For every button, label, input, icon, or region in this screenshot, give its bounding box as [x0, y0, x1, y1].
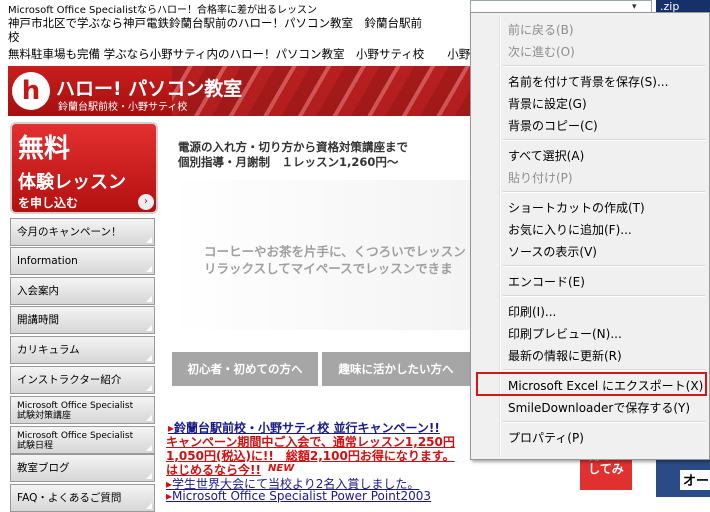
- menu-item-select-all[interactable]: すべて選択(A): [508, 147, 584, 164]
- sidebar-item-mos-course[interactable]: Microsoft Office Specialist 試験対策講座: [10, 396, 155, 424]
- menu-separator: [503, 369, 705, 371]
- menu-separator: [503, 265, 705, 267]
- menu-separator: [503, 65, 705, 67]
- menu-item-export-excel[interactable]: Microsoft Excel にエクスポート(X): [508, 377, 703, 394]
- menu-separator: [503, 295, 705, 297]
- hero-caption-2: リラックスしてマイペースでレッスンできま: [204, 261, 453, 276]
- menu-item-properties[interactable]: プロパティ(P): [508, 429, 584, 446]
- menu-separator: [503, 421, 705, 423]
- menu-item-copy-background[interactable]: 背景のコピー(C): [508, 117, 598, 134]
- sidebar-item-information[interactable]: Information: [10, 247, 155, 275]
- tab-beginners[interactable]: 初心者・初めての方へ: [172, 352, 318, 386]
- dropdown-arrow-icon[interactable]: ▾: [632, 2, 637, 12]
- tab-hobby[interactable]: 趣味に活かしたい方へ: [322, 352, 470, 386]
- sidebar-item-campaign[interactable]: 今月のキャンペーン！: [10, 218, 155, 246]
- intro-text-1: 電源の入れ方・切り方から資格対策講座まで: [178, 140, 408, 154]
- sidebar-item-admission[interactable]: 入会案内: [10, 277, 155, 305]
- promo-free: 無料: [18, 134, 71, 164]
- promo-apply: を申し込む: [18, 196, 79, 210]
- brand-subtitle: 鈴蘭台駅前校・小野サティ校: [58, 102, 188, 113]
- ono-link[interactable]: 無料駐車場も完備 学ぶなら小野サティ内のハロー！パソコン教室 小野サティ校 小野…: [8, 46, 482, 62]
- logo-icon: h: [21, 76, 41, 106]
- menu-item-set-background[interactable]: 背景に設定(G): [508, 95, 587, 112]
- menu-item-save-background[interactable]: 名前を付けて背景を保存(S)...: [508, 73, 668, 90]
- arrow-right-icon[interactable]: ›: [138, 194, 154, 210]
- menu-item-print[interactable]: 印刷(I)...: [508, 303, 556, 320]
- menu-item-forward[interactable]: 次に進む(O): [508, 43, 575, 60]
- sidebar-item-blog[interactable]: 教室ブログ: [10, 454, 155, 482]
- news-mos-text: Microsoft Office Specialist Power Point2…: [172, 489, 432, 503]
- menu-item-paste[interactable]: 貼り付け(P): [508, 169, 573, 186]
- menu-item-refresh[interactable]: 最新の情報に更新(R): [508, 347, 622, 364]
- menu-separator: [503, 139, 705, 141]
- context-menu: 前に戻る(B) 次に進む(O) 名前を付けて背景を保存(S)... 背景に設定(…: [470, 12, 710, 460]
- suzurandai-link[interactable]: 神戸市北区で学ぶなら神戸電鉄鈴蘭台駅前のハロー！パソコン教室 鈴蘭台駅前校: [8, 16, 433, 44]
- menu-separator: [503, 191, 705, 193]
- menu-item-create-shortcut[interactable]: ショートカットの作成(T): [508, 199, 645, 216]
- sidebar-item-instructors[interactable]: インストラクター紹介: [10, 366, 155, 394]
- free-trial-button[interactable]: 無料 体験レッスン を申し込む: [10, 122, 158, 214]
- menu-item-smiledownloader[interactable]: SmileDownloaderで保存する(Y): [508, 399, 690, 416]
- menu-item-encoding[interactable]: エンコード(E): [508, 273, 585, 290]
- menu-item-back[interactable]: 前に戻る(B): [508, 21, 574, 38]
- sidebar-item-hours[interactable]: 開講時間: [10, 306, 155, 334]
- menu-item-view-source[interactable]: ソースの表示(V): [508, 243, 597, 260]
- corner-label: オー: [680, 470, 710, 490]
- sidebar-item-faq[interactable]: FAQ・よくあるご質問: [10, 484, 155, 512]
- sidebar-item-mos-schedule[interactable]: Microsoft Office Specialist 試験日程: [10, 426, 155, 454]
- brand-title: ハロー! パソコン教室: [56, 78, 243, 100]
- intro-text-2: 個別指導・月謝制 １レッスン1,260円～: [178, 155, 399, 169]
- promo-trial-lesson: 体験レッスン: [18, 172, 126, 193]
- top-promo-link[interactable]: Microsoft Office Specialistならハロー！合格率に差が出…: [8, 1, 317, 16]
- site-header-banner[interactable]: h ハロー! パソコン教室 鈴蘭台駅前校・小野サティ校: [8, 66, 472, 116]
- menu-item-add-favorites[interactable]: お気に入りに追加(F)...: [508, 221, 632, 238]
- sidebar-item-curriculum[interactable]: カリキュラム: [10, 336, 155, 364]
- menu-item-print-preview[interactable]: 印刷プレビュー(N)...: [508, 325, 622, 342]
- new-badge: NEW: [268, 463, 295, 474]
- news-mos-link[interactable]: ▸Microsoft Office Specialist Power Point…: [166, 489, 431, 503]
